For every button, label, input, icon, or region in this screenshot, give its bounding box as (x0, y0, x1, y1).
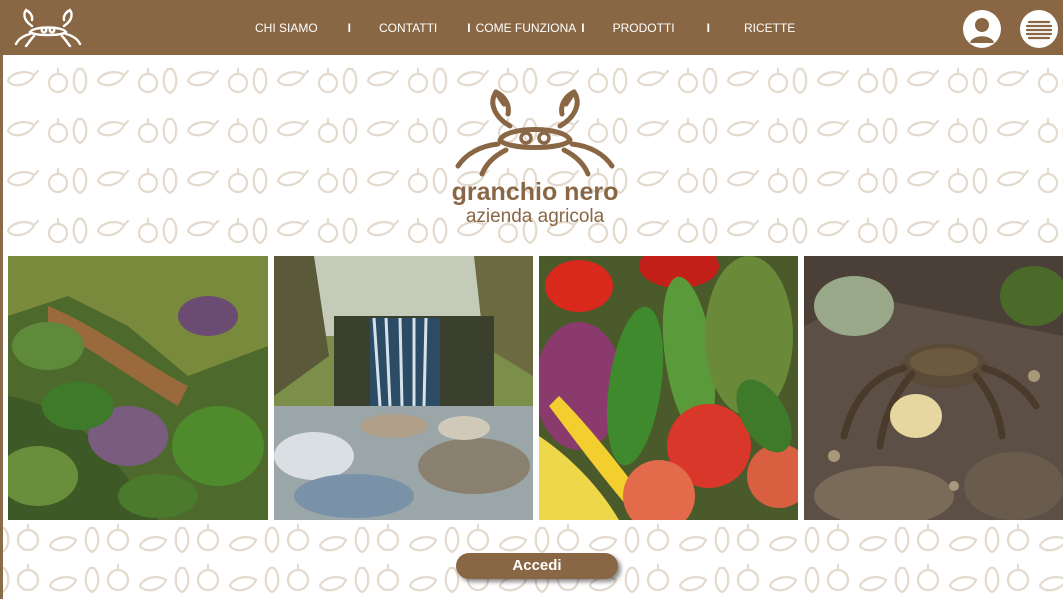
crab-logo-icon (455, 89, 615, 177)
user-account-button[interactable] (963, 10, 1001, 48)
brand-name: granchio nero (451, 178, 619, 206)
nav-prodotti[interactable]: PRODOTTI (613, 21, 675, 35)
crab-logo-icon[interactable] (12, 6, 84, 50)
menu-button[interactable] (1020, 10, 1058, 48)
nav-chi-siamo[interactable]: CHI SIAMO (255, 21, 318, 35)
nav-separator: I (581, 20, 585, 35)
brand-subtitle: azienda agricola (465, 206, 605, 227)
nav-separator: I (467, 20, 471, 35)
left-border (0, 55, 3, 599)
vegetable-garden-photo (8, 256, 268, 520)
photo-gallery (8, 256, 1063, 520)
hamburger-menu-icon (1025, 20, 1053, 40)
nav-come-funziona[interactable]: COME FUNZIONA (476, 21, 577, 35)
waterfall-photo (274, 256, 533, 520)
user-icon (970, 18, 994, 43)
brand-logo: granchio nero azienda agricola (440, 82, 630, 242)
vegetables-photo (539, 256, 798, 520)
nav-contatti[interactable]: CONTATTI (379, 21, 437, 35)
nav-separator: I (706, 20, 710, 35)
main-nav: CHI SIAMO I CONTATTI I COME FUNZIONA I P… (250, 0, 795, 55)
top-navigation-bar: CHI SIAMO I CONTATTI I COME FUNZIONA I P… (0, 0, 1063, 55)
crab-photo (804, 256, 1063, 520)
nav-ricette[interactable]: RICETTE (744, 21, 795, 35)
accedi-button[interactable]: Accedi (456, 553, 618, 579)
nav-separator: I (347, 20, 352, 35)
